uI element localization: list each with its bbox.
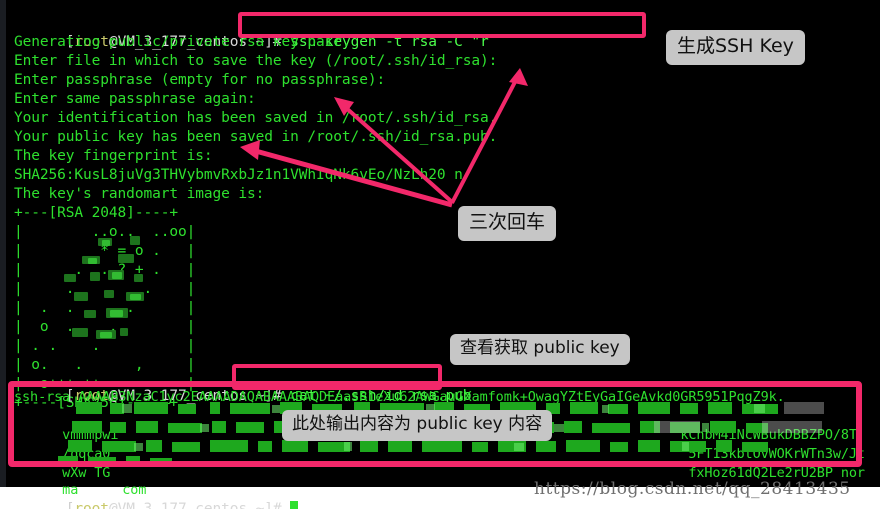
terminal-line-fingerprint-label: The key fingerprint is: bbox=[14, 148, 213, 164]
randomart-row-3: | . . ? + . | bbox=[14, 262, 196, 278]
terminal-line-public-key-saved: Your public key has been saved in /root/… bbox=[14, 129, 498, 145]
randomart-row-2: | * = o . | bbox=[14, 243, 196, 259]
randomart-row-1: | ..o.. ..oo| bbox=[14, 224, 196, 240]
callout-view-public-key: 查看获取 public key bbox=[450, 334, 630, 365]
terminal-line-identification: Your identification has been saved in /r… bbox=[14, 110, 498, 126]
prompt-user-text-3: root bbox=[74, 501, 109, 509]
terminal-line-enter-file: Enter file in which to save the key (/ro… bbox=[14, 53, 498, 69]
highlight-box-ssh-keygen-command bbox=[238, 12, 646, 38]
terminal-left-gutter bbox=[0, 0, 6, 487]
screenshot-root: [[root@VM_3_177_centos ~]# root@VM_3_177… bbox=[0, 0, 880, 509]
randomart-row-7: | . . . | bbox=[14, 338, 196, 354]
randomart-top-border: +---[RSA 2048]----+ bbox=[14, 205, 178, 221]
terminal-line-enter-pass: Enter passphrase (empty for no passphras… bbox=[14, 72, 386, 88]
prompt-host-3: VM_3_177_centos ~]# bbox=[117, 501, 291, 509]
watermark-url: https://blog.csdn.net/qq_28413435 bbox=[534, 479, 851, 499]
terminal-line-sha256: SHA256:KusL8juVg3THVybmvRxbJz1n1VWhIqNk6… bbox=[14, 167, 463, 183]
randomart-row-5: | . . . | bbox=[14, 300, 196, 316]
terminal-line-randomart-label: The key's randomart image is: bbox=[14, 186, 265, 202]
randomart-row-4: | . . | bbox=[14, 281, 196, 297]
terminal-line-prompt-final: [root@VM_3_177_centos ~]# bbox=[14, 481, 299, 509]
callout-generate-ssh-key: 生成SSH Key bbox=[666, 30, 805, 65]
terminal-line-enter-pass-again: Enter same passphrase again: bbox=[14, 91, 256, 107]
randomart-row-6: | o . . | bbox=[14, 319, 196, 335]
callout-three-enters: 三次回车 bbox=[458, 206, 557, 241]
terminal-cursor[interactable] bbox=[290, 501, 299, 509]
prompt-at-3: @ bbox=[108, 501, 118, 509]
callout-public-key-content: 此处输出内容为 public key 内容 bbox=[282, 410, 553, 441]
